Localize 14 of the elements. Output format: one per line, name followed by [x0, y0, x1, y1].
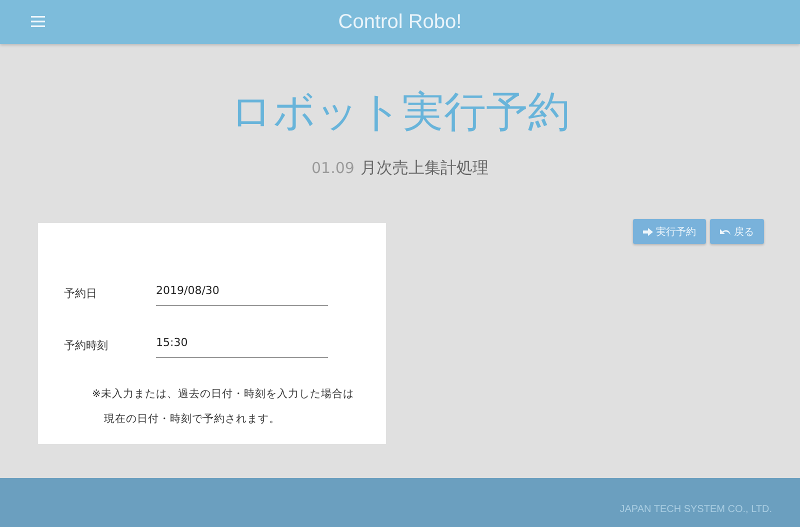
job-name: 月次売上集計処理: [360, 158, 488, 179]
company-name: JAPAN TECH SYSTEM CO., LTD.: [620, 504, 772, 515]
input-field[interactable]: 2019/08/30: [156, 280, 328, 306]
note-text: 現在の日付・時刻で予約されます。: [103, 412, 281, 426]
field-label: 予約日: [63, 286, 98, 300]
note-text: ※未入力または、過去の日付・時刻を入力した場合は: [91, 387, 355, 401]
app-title: Control Robo!: [338, 10, 462, 34]
field-label: 予約時刻: [63, 338, 109, 352]
page-title: ロボット実行予約: [229, 86, 571, 138]
input-field[interactable]: 15:30: [156, 332, 328, 358]
menu-icon[interactable]: [31, 16, 45, 27]
undo-icon: [720, 228, 731, 236]
job-code: 01.09: [312, 159, 354, 177]
arrow-right-icon: [643, 228, 653, 236]
